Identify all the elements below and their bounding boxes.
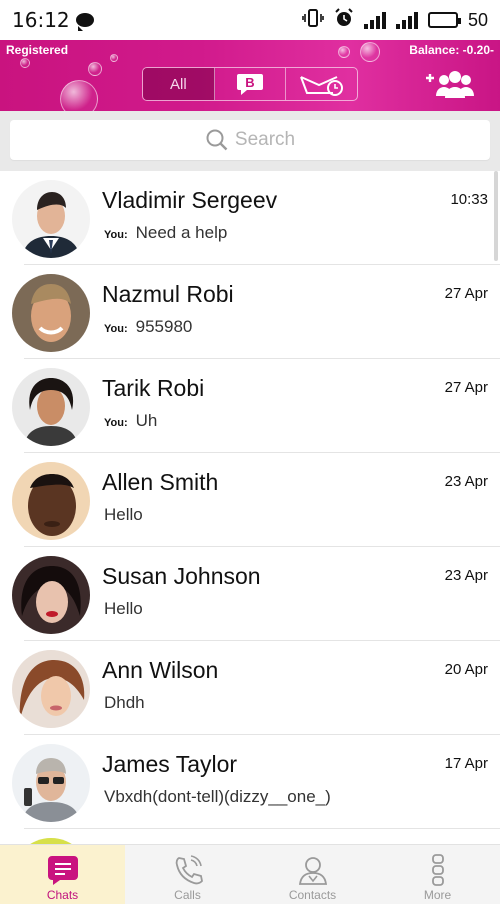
battery-icon — [427, 12, 461, 28]
message-notification-icon — [75, 13, 94, 31]
message-text: 955980 — [135, 317, 193, 336]
tab-calls[interactable]: Calls — [125, 845, 250, 904]
chat-row-partial[interactable] — [0, 829, 500, 844]
chat-row[interactable]: Allen Smith 23 Apr Hello — [0, 453, 500, 547]
contact-name: Tarik Robi — [102, 375, 205, 401]
scheduled-message-icon — [299, 76, 343, 96]
tab-more[interactable]: More — [375, 845, 500, 904]
tab-chats-label: Chats — [46, 888, 79, 902]
search-input[interactable]: Search — [10, 120, 490, 160]
vibrate-icon — [302, 8, 324, 32]
message-text: Hello — [104, 599, 143, 618]
balance: Balance: -0.20- — [409, 43, 494, 57]
chat-row[interactable]: Tarik Robi 27 Apr You: Uh — [0, 359, 500, 453]
signal-icon-1 — [363, 11, 386, 29]
message-text: Vbxdh(dont-tell)(dizzy__one_) — [104, 787, 331, 806]
chat-row[interactable]: Vladimir Sergeev 10:33 You: Need a help — [0, 171, 500, 265]
message-preview: You: 955980 — [104, 317, 192, 337]
message-preview: Vbxdh(dont-tell)(dizzy__one_) — [104, 787, 331, 807]
message-preview: You: Uh — [104, 411, 157, 431]
filter-bot[interactable]: B — [215, 68, 287, 100]
avatar — [12, 274, 90, 352]
message-text: Dhdh — [104, 693, 145, 712]
filter-all[interactable]: All — [143, 68, 215, 100]
chat-date: 20 Apr — [444, 661, 488, 678]
avatar — [12, 744, 90, 822]
chat-icon — [47, 856, 78, 885]
bottom-navigation: Chats Calls Contacts More — [0, 844, 500, 904]
status-bar: 16:12 50 — [0, 0, 500, 40]
avatar — [12, 368, 90, 446]
message-preview: You: Need a help — [104, 223, 227, 243]
message-preview: Hello — [104, 505, 143, 525]
app-header: Registered Balance: -0.20- All B — [0, 40, 500, 111]
chat-row[interactable]: Susan Johnson 23 Apr Hello — [0, 547, 500, 641]
you-label: You: — [104, 229, 128, 241]
you-label: You: — [104, 323, 128, 335]
alarm-icon — [334, 7, 354, 33]
tab-contacts[interactable]: Contacts — [250, 845, 375, 904]
contact-name: Allen Smith — [102, 469, 219, 495]
avatar — [12, 180, 90, 258]
add-group-button[interactable] — [422, 68, 478, 100]
registration-status: Registered — [6, 43, 69, 57]
filter-all-label: All — [170, 75, 187, 93]
tab-chats[interactable]: Chats — [0, 845, 125, 904]
tab-more-label: More — [423, 888, 452, 902]
filter-scheduled[interactable] — [286, 68, 357, 100]
chat-row[interactable]: James Taylor 17 Apr Vbxdh(dont-tell)(diz… — [0, 735, 500, 829]
search-bar-container: Search — [0, 111, 500, 171]
chat-date: 27 Apr — [444, 285, 488, 302]
message-preview: Dhdh — [104, 693, 145, 713]
avatar — [12, 650, 90, 728]
chat-list: Vladimir Sergeev 10:33 You: Need a help N… — [0, 171, 500, 844]
bot-chat-icon: B — [237, 74, 263, 95]
chat-date: 23 Apr — [444, 567, 488, 584]
signal-icon-2 — [395, 11, 418, 29]
search-placeholder: Search — [234, 129, 296, 150]
contact-name: Susan Johnson — [102, 563, 261, 589]
message-text: Need a help — [135, 223, 228, 242]
message-text: Hello — [104, 505, 143, 524]
chat-date: 23 Apr — [444, 473, 488, 490]
tab-calls-label: Calls — [174, 888, 201, 902]
contact-name: James Taylor — [102, 751, 238, 777]
avatar — [12, 462, 90, 540]
status-icons: 50 — [302, 7, 488, 33]
chat-row[interactable]: Nazmul Robi 27 Apr You: 955980 — [0, 265, 500, 359]
you-label: You: — [104, 417, 128, 429]
chat-filter: All B — [142, 67, 358, 101]
avatar — [12, 556, 90, 634]
status-time: 16:12 — [12, 8, 70, 32]
chat-date: 10:33 — [450, 191, 488, 208]
chat-date: 17 Apr — [444, 755, 488, 772]
svg-text:B: B — [245, 75, 254, 90]
contact-name: Vladimir Sergeev — [102, 187, 278, 213]
contact-name: Nazmul Robi — [102, 281, 234, 307]
tab-contacts-label: Contacts — [288, 888, 337, 902]
message-text: Uh — [135, 411, 158, 430]
add-group-icon — [426, 71, 474, 98]
message-preview: Hello — [104, 599, 143, 619]
contacts-icon — [298, 857, 327, 885]
phone-icon — [175, 855, 203, 885]
more-icon — [431, 854, 444, 886]
contact-name: Ann Wilson — [102, 657, 219, 683]
battery-level: 50 — [467, 9, 488, 30]
chat-date: 27 Apr — [444, 379, 488, 396]
search-icon — [206, 129, 228, 151]
chat-row[interactable]: Ann Wilson 20 Apr Dhdh — [0, 641, 500, 735]
